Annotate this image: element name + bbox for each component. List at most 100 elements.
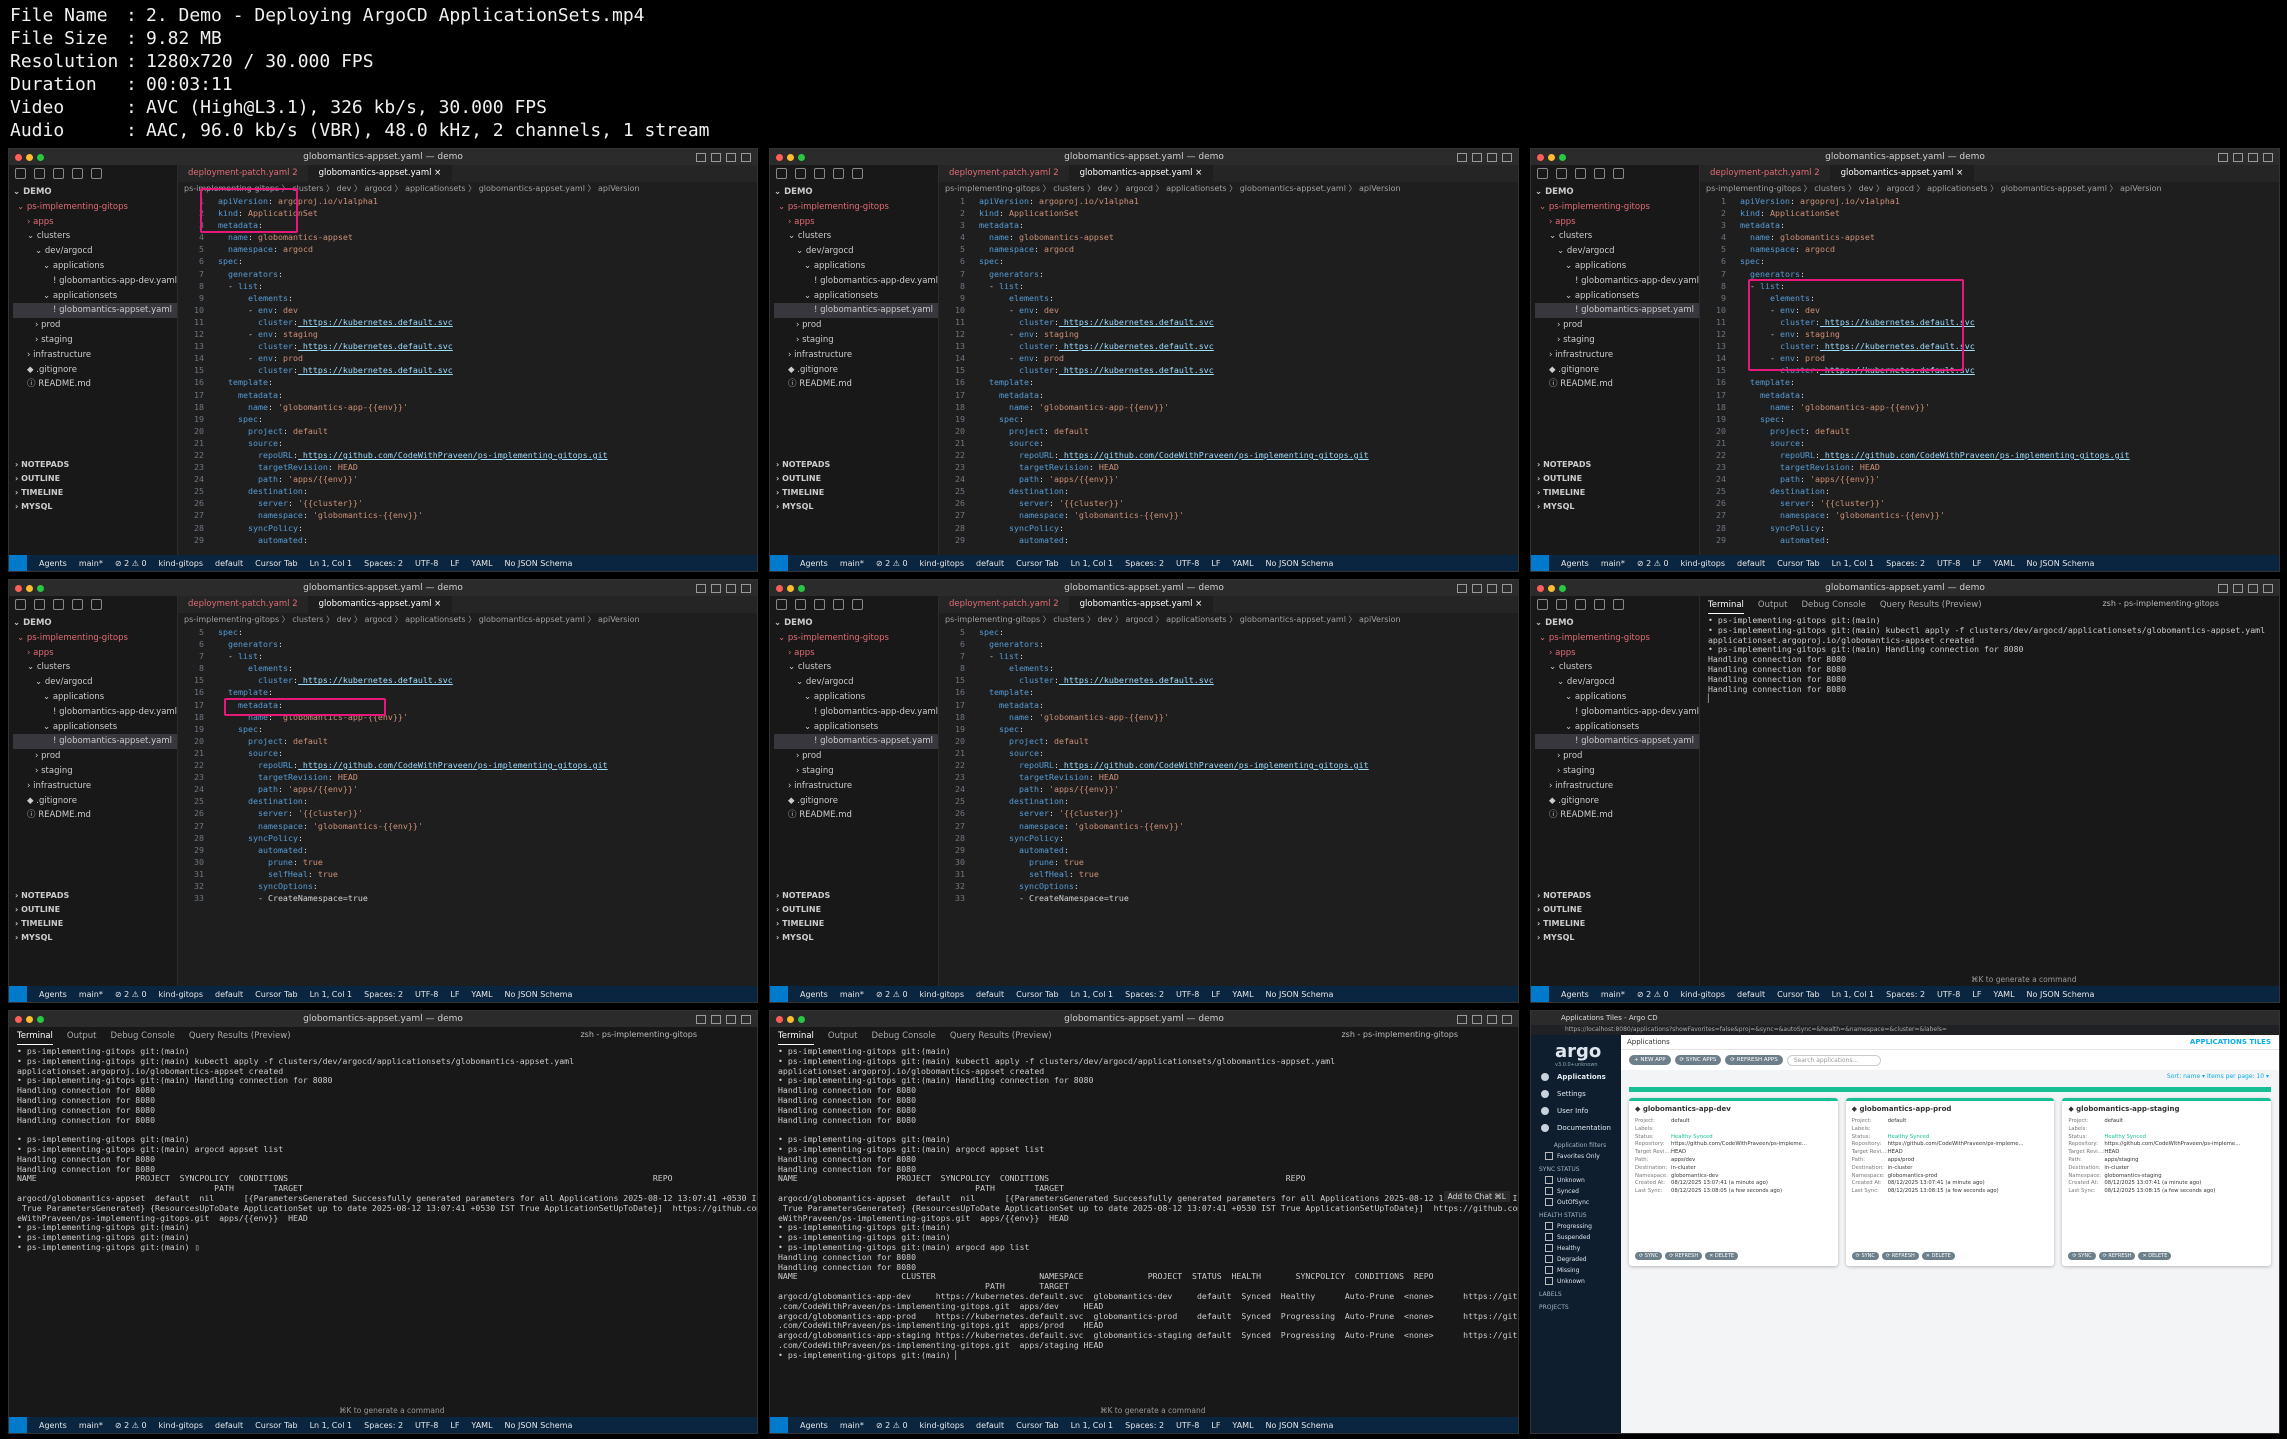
- tree-item[interactable]: ⌄ dev/argocd: [13, 244, 177, 259]
- problems-count[interactable]: ⊘ 2 ⚠ 0: [115, 990, 147, 999]
- agents-status[interactable]: Agents: [1561, 559, 1589, 568]
- tree-item[interactable]: ⌄ dev/argocd: [774, 244, 938, 259]
- git-icon[interactable]: [1575, 168, 1586, 179]
- panel-right-icon[interactable]: [726, 152, 736, 162]
- panel-left-icon[interactable]: [1457, 583, 1467, 593]
- application-title[interactable]: ◆ globomantics-app-prod: [1852, 1105, 2049, 1113]
- encoding[interactable]: UTF-8: [415, 559, 438, 568]
- search-icon[interactable]: [1556, 599, 1567, 610]
- tree-item[interactable]: ! globomantics-app-dev.yaml: [13, 274, 177, 289]
- checkbox[interactable]: [1545, 1233, 1553, 1241]
- files-icon[interactable]: [776, 168, 787, 179]
- panel-section-timeline[interactable]: › TIMELINE: [770, 488, 938, 497]
- cursor-position[interactable]: Ln 1, Col 1: [1832, 990, 1875, 999]
- tab-globomantics-appset[interactable]: globomantics-appset.yaml ×: [1069, 596, 1214, 613]
- cursor-tab-status[interactable]: Cursor Tab: [1777, 559, 1819, 568]
- json-schema[interactable]: No JSON Schema: [505, 1421, 573, 1430]
- k8s-cluster[interactable]: kind-gitops: [159, 559, 203, 568]
- tree-item[interactable]: ⌄ dev/argocd: [774, 675, 938, 690]
- panel-bottom-icon[interactable]: [1472, 583, 1482, 593]
- delete-button[interactable]: ✕ DELETE: [1921, 1252, 1955, 1260]
- tree-item[interactable]: › prod: [774, 749, 938, 764]
- line-ending[interactable]: LF: [450, 559, 459, 568]
- tree-item[interactable]: ⌄ ps-implementing-gitops: [13, 631, 177, 646]
- cursor-tab-status[interactable]: Cursor Tab: [1016, 559, 1058, 568]
- indentation[interactable]: Spaces: 2: [364, 1421, 403, 1430]
- k8s-cluster[interactable]: kind-gitops: [920, 1421, 964, 1430]
- indentation[interactable]: Spaces: 2: [1886, 559, 1925, 568]
- panel-bottom-icon[interactable]: [1472, 1014, 1482, 1024]
- files-icon[interactable]: [15, 599, 26, 610]
- application-title[interactable]: ◆ globomantics-app-dev: [1635, 1105, 1832, 1113]
- tree-item[interactable]: ⓘ README.md: [13, 808, 177, 823]
- tree-item[interactable]: ⌄ applicationsets: [774, 289, 938, 304]
- tree-item[interactable]: ⌄ applicationsets: [13, 720, 177, 735]
- k8s-cluster[interactable]: kind-gitops: [159, 990, 203, 999]
- problems-count[interactable]: ⊘ 2 ⚠ 0: [1637, 559, 1669, 568]
- panel-section-outline[interactable]: › OUTLINE: [1531, 474, 1699, 483]
- tree-item[interactable]: ⓘ README.md: [774, 808, 938, 823]
- panel-right-icon[interactable]: [2248, 152, 2258, 162]
- agents-status[interactable]: Agents: [1561, 990, 1589, 999]
- terminal-session[interactable]: zsh - ps-implementing-gitops: [1341, 1030, 1458, 1039]
- panel-tab-terminal[interactable]: Terminal: [778, 1031, 814, 1045]
- cursor-tab-status[interactable]: Cursor Tab: [1777, 990, 1819, 999]
- panel-right-icon[interactable]: [726, 583, 736, 593]
- search-icon[interactable]: [1556, 168, 1567, 179]
- k8s-namespace[interactable]: default: [215, 990, 243, 999]
- tree-item[interactable]: › staging: [774, 333, 938, 348]
- tree-item[interactable]: ⌄ applications: [1535, 259, 1699, 274]
- tree-item[interactable]: ⌄ ps-implementing-gitops: [774, 200, 938, 215]
- health-filter-unknown[interactable]: Unknown: [1531, 1274, 1621, 1285]
- tree-item[interactable]: ! globomantics-app-dev.yaml: [13, 705, 177, 720]
- language-mode[interactable]: YAML: [1232, 559, 1253, 568]
- git-icon[interactable]: [1575, 599, 1586, 610]
- tree-item[interactable]: ⌄ dev/argocd: [1535, 244, 1699, 259]
- panel-section-mysql[interactable]: › MYSQL: [770, 502, 938, 511]
- panel-section-mysql[interactable]: › MYSQL: [1531, 502, 1699, 511]
- tree-item[interactable]: › apps: [774, 215, 938, 230]
- nav-documentation[interactable]: Documentation: [1531, 1119, 1621, 1136]
- encoding[interactable]: UTF-8: [1176, 559, 1199, 568]
- panel-section-outline[interactable]: › OUTLINE: [1531, 905, 1699, 914]
- tree-item[interactable]: › staging: [1535, 764, 1699, 779]
- tree-item[interactable]: ! globomantics-appset.yaml: [1535, 303, 1699, 319]
- encoding[interactable]: UTF-8: [415, 990, 438, 999]
- agents-status[interactable]: Agents: [39, 990, 67, 999]
- debug-icon[interactable]: [72, 599, 83, 610]
- sync-filter-synced[interactable]: Synced: [1531, 1184, 1621, 1195]
- json-schema[interactable]: No JSON Schema: [505, 990, 573, 999]
- k8s-namespace[interactable]: default: [1737, 990, 1765, 999]
- git-branch[interactable]: main*: [840, 990, 864, 999]
- problems-count[interactable]: ⊘ 2 ⚠ 0: [115, 1421, 147, 1430]
- tree-item[interactable]: ⌄ clusters: [774, 660, 938, 675]
- files-icon[interactable]: [776, 599, 787, 610]
- tree-item[interactable]: ⌄ clusters: [13, 229, 177, 244]
- tree-item[interactable]: ⌄ applicationsets: [774, 720, 938, 735]
- tab-globomantics-appset[interactable]: globomantics-appset.yaml ×: [1830, 165, 1975, 182]
- k8s-namespace[interactable]: default: [215, 1421, 243, 1430]
- tree-item[interactable]: › apps: [13, 215, 177, 230]
- nav-applications[interactable]: Applications: [1531, 1068, 1621, 1085]
- tree-item[interactable]: ! globomantics-appset.yaml: [1535, 734, 1699, 750]
- panel-tab-query-results-preview-[interactable]: Query Results (Preview): [189, 1031, 291, 1045]
- tab-globomantics-appset[interactable]: globomantics-appset.yaml ×: [308, 165, 453, 182]
- panel-bottom-icon[interactable]: [711, 1014, 721, 1024]
- tree-item[interactable]: ⌄ DEMO: [13, 185, 177, 200]
- json-schema[interactable]: No JSON Schema: [505, 559, 573, 568]
- tree-item[interactable]: ! globomantics-appset.yaml: [774, 734, 938, 750]
- cursor-position[interactable]: Ln 1, Col 1: [310, 990, 353, 999]
- tree-item[interactable]: ⓘ README.md: [1535, 808, 1699, 823]
- tree-item[interactable]: ⌄ DEMO: [1535, 616, 1699, 631]
- nav-settings[interactable]: Settings: [1531, 1085, 1621, 1102]
- extensions-icon[interactable]: [1613, 599, 1624, 610]
- sync-button[interactable]: ⟳ SYNC: [1851, 1252, 1879, 1260]
- problems-count[interactable]: ⊘ 2 ⚠ 0: [876, 990, 908, 999]
- indentation[interactable]: Spaces: 2: [1125, 1421, 1164, 1430]
- checkbox[interactable]: [1545, 1266, 1553, 1274]
- cursor-position[interactable]: Ln 1, Col 1: [310, 559, 353, 568]
- refresh-apps-button[interactable]: ⟳ REFRESH APPS: [1725, 1055, 1783, 1065]
- application-card[interactable]: ◆ globomantics-app-dev Project: default Lab…: [1629, 1098, 1838, 1266]
- refresh-button[interactable]: ⟳ REFRESH: [1881, 1252, 1919, 1260]
- tab-globomantics-appset[interactable]: globomantics-appset.yaml ×: [308, 596, 453, 613]
